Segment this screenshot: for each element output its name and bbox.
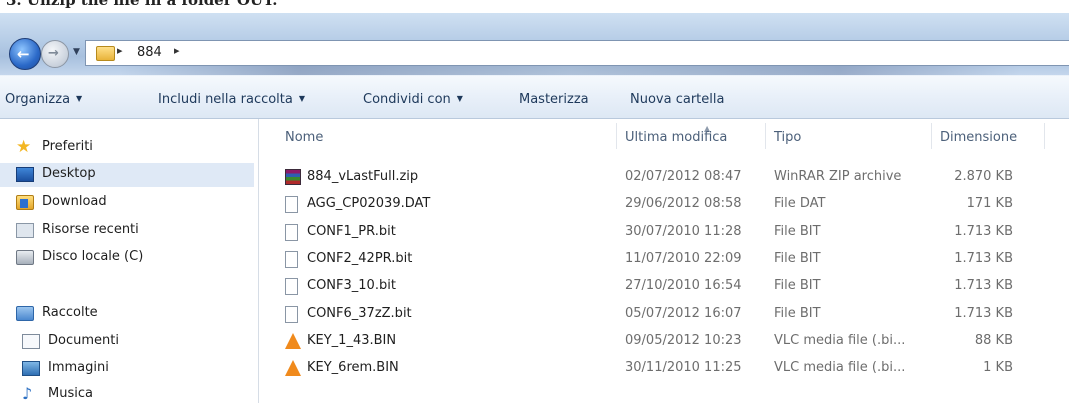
navigation-pane: ★ Preferiti Desktop Download Risorse rec… <box>0 119 259 403</box>
file-type: File DAT <box>774 196 826 211</box>
breadcrumb-separator-icon[interactable]: ▸ <box>174 44 180 57</box>
file-name: 884_vLastFull.zip <box>307 169 419 184</box>
generic-file-icon <box>285 196 301 214</box>
music-icon: ♪ <box>22 384 33 403</box>
libraries-icon <box>16 306 34 321</box>
file-size: 1.713 KB <box>954 306 1013 321</box>
file-modified: 30/07/2010 11:28 <box>625 224 742 239</box>
file-type: File BIT <box>774 306 821 321</box>
file-row[interactable]: 884_vLastFull.zip 02/07/2012 08:47 WinRAR … <box>259 166 1069 190</box>
forward-arrow-icon: → <box>48 46 59 61</box>
file-modified: 30/11/2010 11:25 <box>625 360 742 375</box>
column-header-type[interactable]: Tipo <box>774 130 801 145</box>
forward-button[interactable]: → <box>41 40 69 68</box>
address-box[interactable]: ▸ 884 ▸ <box>85 40 1069 66</box>
share-with-button[interactable]: Condividi con ▼ <box>363 92 463 107</box>
burn-button[interactable]: Masterizza <box>519 92 589 107</box>
file-name: CONF3_10.bit <box>307 278 396 293</box>
file-type: File BIT <box>774 278 821 293</box>
column-header-modified[interactable]: Ultima modifica <box>625 130 727 145</box>
file-list: Nome ▲ Ultima modifica Tipo Dimensione 8… <box>259 119 1069 403</box>
include-in-library-button[interactable]: Includi nella raccolta ▼ <box>158 92 305 107</box>
file-name: AGG_CP02039.DAT <box>307 196 431 211</box>
chevron-down-icon: ▼ <box>456 94 463 103</box>
local-disk-icon <box>16 250 34 265</box>
new-folder-button[interactable]: Nuova cartella <box>630 92 724 107</box>
file-modified: 27/10/2010 16:54 <box>625 278 742 293</box>
file-modified: 09/05/2012 10:23 <box>625 333 742 348</box>
nav-item-desktop[interactable]: Desktop <box>0 163 254 187</box>
file-size: 2.870 KB <box>954 169 1013 184</box>
column-header-name[interactable]: Nome <box>285 130 323 145</box>
file-modified: 02/07/2012 08:47 <box>625 169 742 184</box>
file-type: VLC media file (.bi... <box>774 360 906 375</box>
generic-file-icon <box>285 224 301 242</box>
star-icon: ★ <box>16 137 32 157</box>
recent-pages-dropdown-icon[interactable]: ▼ <box>73 47 80 57</box>
file-size: 1 KB <box>983 360 1013 375</box>
file-name: CONF1_PR.bit <box>307 224 396 239</box>
back-arrow-icon: ← <box>17 45 30 63</box>
file-size: 1.713 KB <box>954 224 1013 239</box>
file-modified: 11/07/2010 22:09 <box>625 251 742 266</box>
chevron-down-icon: ▼ <box>298 94 306 103</box>
file-row[interactable]: AGG_CP02039.DAT 29/06/2012 08:58 File DAT 1… <box>259 193 1069 217</box>
file-type: File BIT <box>774 251 821 266</box>
generic-file-icon <box>285 251 301 269</box>
generic-file-icon <box>285 278 301 296</box>
file-row[interactable]: CONF1_PR.bit 30/07/2010 11:28 File BIT 1.71… <box>259 221 1069 245</box>
generic-file-icon <box>285 306 301 324</box>
file-name: KEY_6rem.BIN <box>307 360 399 375</box>
file-type: File BIT <box>774 224 821 239</box>
file-name: CONF2_42PR.bit <box>307 251 413 266</box>
back-button[interactable]: ← <box>9 38 41 70</box>
vlc-media-icon <box>285 333 301 351</box>
recent-places-icon <box>16 223 34 238</box>
file-type: WinRAR ZIP archive <box>774 169 902 184</box>
documents-icon <box>22 334 40 349</box>
file-size: 88 KB <box>974 333 1013 348</box>
download-folder-icon <box>16 195 34 210</box>
file-modified: 29/06/2012 08:58 <box>625 196 742 211</box>
command-bar: Organizza ▼ Includi nella raccolta ▼ Condi… <box>0 75 1069 119</box>
file-size: 1.713 KB <box>954 251 1013 266</box>
pictures-icon <box>22 361 40 376</box>
file-row[interactable]: CONF3_10.bit 27/10/2010 16:54 File BIT 1.71… <box>259 275 1069 299</box>
winrar-archive-icon <box>285 169 301 187</box>
breadcrumb-884[interactable]: 884 <box>137 45 162 60</box>
file-size: 171 KB <box>966 196 1013 211</box>
breadcrumb-separator-icon[interactable]: ▸ <box>117 44 123 57</box>
vlc-media-icon <box>285 360 301 378</box>
folder-icon <box>96 46 115 61</box>
chevron-down-icon: ▼ <box>76 94 83 103</box>
file-row[interactable]: CONF2_42PR.bit 11/07/2010 22:09 File BIT 1.… <box>259 248 1069 272</box>
file-row[interactable]: KEY_1_43.BIN 09/05/2012 10:23 VLC media fi… <box>259 330 1069 354</box>
file-type: VLC media file (.bi... <box>774 333 906 348</box>
organize-button[interactable]: Organizza ▼ <box>5 92 82 107</box>
address-bar-area: ← → ▼ ▸ 884 ▸ <box>0 13 1069 75</box>
desktop-icon <box>16 167 34 182</box>
file-name: CONF6_37zZ.bit <box>307 306 412 321</box>
file-row[interactable]: CONF6_37zZ.bit 05/07/2012 16:07 File BIT 1.… <box>259 303 1069 327</box>
file-size: 1.713 KB <box>954 278 1013 293</box>
column-header-size[interactable]: Dimensione <box>940 130 1017 145</box>
page-caption: 3. Unzip the file in a folder OUT. <box>6 0 278 9</box>
file-modified: 05/07/2012 16:07 <box>625 306 742 321</box>
file-row[interactable]: KEY_6rem.BIN 30/11/2010 11:25 VLC media fi… <box>259 357 1069 381</box>
file-name: KEY_1_43.BIN <box>307 333 397 348</box>
